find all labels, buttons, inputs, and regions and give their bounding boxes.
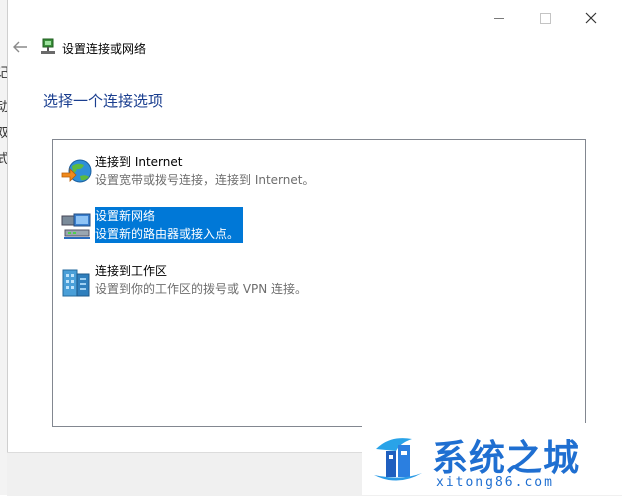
option-setup-new-network[interactable]: 设置新网络 设置新的路由器或接入点。 (57, 206, 577, 246)
window-border (7, 0, 8, 460)
option-text: 连接到 Internet 设置宽带或拨号连接，连接到 Internet。 (95, 153, 314, 189)
close-button[interactable] (568, 4, 614, 32)
option-title: 连接到 Internet (95, 155, 183, 169)
watermark-logo-icon (372, 429, 424, 487)
connection-options-list: 连接到 Internet 设置宽带或拨号连接，连接到 Internet。 设置新… (52, 139, 586, 427)
option-text: 设置新网络 设置新的路由器或接入点。 (95, 207, 244, 243)
option-description: 设置到你的工作区的拨号或 VPN 连接。 (95, 282, 308, 296)
option-connect-internet[interactable]: 连接到 Internet 设置宽带或拨号连接，连接到 Internet。 (57, 152, 577, 192)
option-title: 连接到工作区 (95, 264, 168, 278)
page-heading: 选择一个连接选项 (43, 92, 164, 110)
maximize-button[interactable] (522, 4, 568, 32)
minimize-icon (494, 17, 504, 19)
close-icon (585, 12, 597, 24)
back-button[interactable] (11, 38, 29, 56)
minimize-button[interactable] (476, 4, 522, 32)
watermark-url: xitong86.com (436, 475, 554, 490)
option-description: 设置宽带或拨号连接，连接到 Internet。 (95, 173, 315, 187)
back-arrow-icon (13, 41, 27, 53)
network-router-icon (60, 210, 94, 244)
workplace-building-icon (60, 265, 94, 299)
option-connect-workplace[interactable]: 连接到工作区 设置到你的工作区的拨号或 VPN 连接。 (57, 261, 577, 301)
option-description: 设置新的路由器或接入点。 (95, 227, 240, 241)
watermark-title: 系统之城 (432, 438, 581, 479)
globe-internet-icon (60, 156, 94, 190)
window-title: 设置连接或网络 (62, 42, 147, 56)
watermark: 系统之城 xitong86.com (362, 423, 622, 495)
maximize-icon (539, 12, 551, 24)
option-title: 设置新网络 (95, 209, 156, 223)
network-setup-icon (39, 38, 57, 56)
option-text: 连接到工作区 设置到你的工作区的拨号或 VPN 连接。 (95, 262, 307, 298)
